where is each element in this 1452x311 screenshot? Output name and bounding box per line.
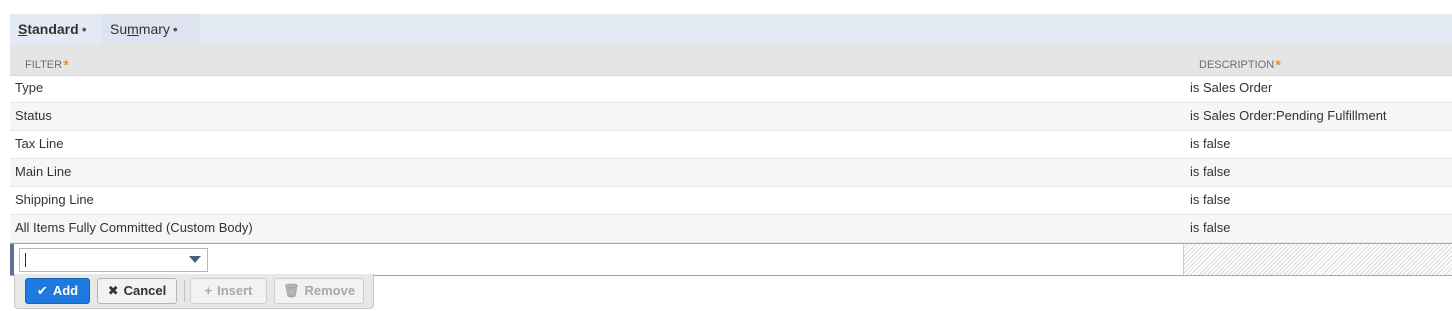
checkmark-icon: ✔ (36, 283, 48, 298)
tab-standard-dot: • (81, 21, 87, 37)
edit-row (10, 243, 1452, 276)
required-marker: * (1275, 57, 1282, 74)
x-icon: ✖ (107, 283, 119, 298)
subtab-bar: Standard • Summary • (10, 14, 1452, 44)
tab-standard-label: Standard (18, 21, 79, 37)
table-header: FILTER* DESCRIPTION* (10, 44, 1452, 76)
remove-button[interactable]: 🗑 Remove (274, 278, 364, 304)
description-cell: is false (1190, 136, 1231, 151)
tab-summary-label: Summary (110, 21, 170, 37)
description-cell: is Sales Order:Pending Fulfillment (1190, 108, 1387, 123)
description-cell-disabled (1184, 244, 1452, 275)
description-cell: is false (1190, 220, 1231, 235)
description-cell: is false (1190, 164, 1231, 179)
trash-icon: 🗑 (282, 283, 300, 298)
plus-icon: + (204, 283, 213, 298)
chevron-down-icon[interactable] (189, 256, 201, 263)
column-header-filter[interactable]: FILTER* (25, 55, 69, 74)
filter-cell: Tax Line (15, 136, 64, 151)
filter-cell: All Items Fully Committed (Custom Body) (15, 220, 253, 235)
table-row[interactable]: Type is Sales Order (10, 75, 1452, 103)
table-row[interactable]: Tax Line is false (10, 131, 1452, 159)
tab-summary[interactable]: Summary • (102, 14, 200, 44)
required-marker: * (63, 57, 69, 74)
description-cell: is false (1190, 192, 1231, 207)
table-row[interactable]: Shipping Line is false (10, 187, 1452, 215)
line-actions: ✔ Add ✖ Cancel + Insert 🗑 Remove (14, 274, 374, 309)
description-cell: is Sales Order (1190, 80, 1273, 95)
filter-cell: Main Line (15, 164, 72, 179)
add-button[interactable]: ✔ Add (25, 278, 90, 304)
tab-summary-dot: • (172, 21, 178, 37)
text-cursor (25, 253, 26, 267)
edit-row-indicator (10, 244, 14, 275)
table-row[interactable]: Main Line is false (10, 159, 1452, 187)
filter-cell: Type (15, 80, 44, 95)
insert-button[interactable]: + Insert (190, 278, 267, 304)
filter-cell: Shipping Line (15, 192, 94, 207)
tab-standard[interactable]: Standard • (10, 14, 101, 44)
filter-select[interactable] (19, 248, 208, 272)
cancel-button[interactable]: ✖ Cancel (97, 278, 177, 304)
column-header-description[interactable]: DESCRIPTION* (1199, 55, 1282, 74)
table-row[interactable]: Status is Sales Order:Pending Fulfillmen… (10, 103, 1452, 131)
button-separator (184, 280, 185, 302)
table-row[interactable]: All Items Fully Committed (Custom Body) … (10, 215, 1452, 243)
filter-cell: Status (15, 108, 52, 123)
